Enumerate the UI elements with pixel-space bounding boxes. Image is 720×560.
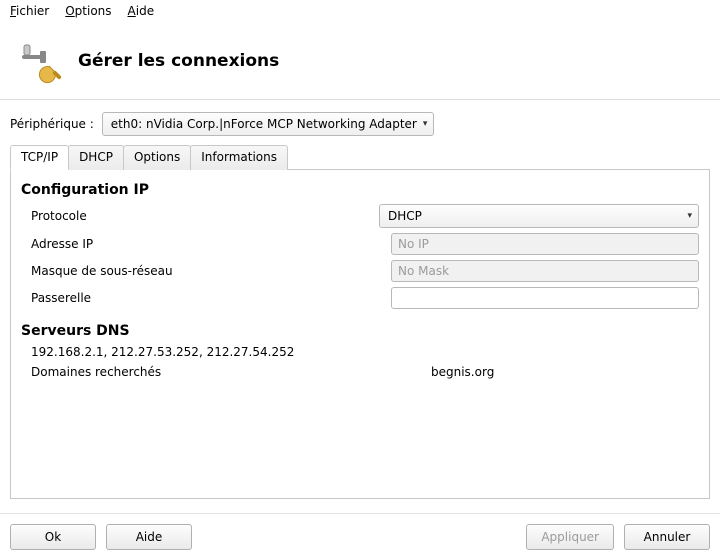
- connections-icon: [16, 37, 64, 85]
- subnet-mask-label: Masque de sous-réseau: [31, 264, 391, 278]
- ok-button[interactable]: Ok: [10, 524, 96, 550]
- device-combo[interactable]: eth0: nVidia Corp.|nForce MCP Networking…: [102, 112, 435, 136]
- cancel-label: Annuler: [644, 530, 691, 544]
- device-label: Périphérique :: [10, 117, 94, 131]
- tabpanel-tcpip: Configuration IP Protocole DHCP ▾ Adress…: [10, 169, 710, 499]
- tab-informations[interactable]: Informations: [190, 145, 288, 170]
- section-ip-config: Configuration IP: [21, 182, 699, 198]
- tab-tcpip-label: TCP/IP: [21, 150, 58, 164]
- menu-file-rest: ichier: [16, 4, 49, 18]
- chevron-down-icon: ▾: [681, 211, 692, 221]
- apply-button: Appliquer: [526, 524, 614, 550]
- apply-label: Appliquer: [541, 530, 599, 544]
- tab-options[interactable]: Options: [123, 145, 191, 170]
- section-dns: Serveurs DNS: [21, 323, 699, 339]
- tab-options-label: Options: [134, 150, 180, 164]
- tab-tcpip[interactable]: TCP/IP: [10, 145, 69, 170]
- protocol-combo[interactable]: DHCP ▾: [379, 204, 699, 228]
- help-button[interactable]: Aide: [106, 524, 192, 550]
- gateway-input[interactable]: [391, 287, 699, 309]
- subnet-mask-input: [391, 260, 699, 282]
- menu-file[interactable]: Fichier: [10, 4, 49, 18]
- gateway-label: Passerelle: [31, 291, 391, 305]
- tab-dhcp[interactable]: DHCP: [68, 145, 124, 170]
- dns-search-value: begnis.org: [431, 365, 494, 379]
- menu-help-rest: ide: [136, 4, 154, 18]
- help-label: Aide: [136, 530, 163, 544]
- page-title: Gérer les connexions: [78, 51, 279, 71]
- ok-label: Ok: [45, 530, 61, 544]
- dns-search-label: Domaines recherchés: [31, 365, 431, 379]
- tab-info-label: Informations: [201, 150, 277, 164]
- dns-servers: 192.168.2.1, 212.27.53.252, 212.27.54.25…: [21, 345, 699, 359]
- protocol-value: DHCP: [388, 209, 422, 223]
- ip-address-input: [391, 233, 699, 255]
- chevron-down-icon: ▾: [417, 119, 428, 129]
- device-value: eth0: nVidia Corp.|nForce MCP Networking…: [111, 117, 417, 131]
- tab-dhcp-label: DHCP: [79, 150, 113, 164]
- menu-options-rest: ptions: [75, 4, 112, 18]
- menu-options[interactable]: Options: [65, 4, 111, 18]
- menu-help[interactable]: Aide: [128, 4, 155, 18]
- protocol-label: Protocole: [31, 209, 379, 223]
- cancel-button[interactable]: Annuler: [624, 524, 710, 550]
- ip-address-label: Adresse IP: [31, 237, 391, 251]
